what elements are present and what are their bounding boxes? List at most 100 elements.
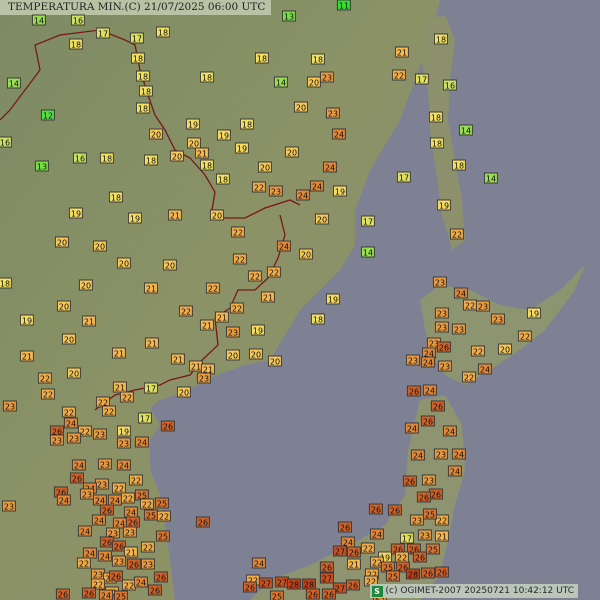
station-temp-label: 21	[199, 319, 215, 331]
station-temp-label: 26	[436, 341, 452, 353]
station-temp-label: 24	[133, 576, 149, 588]
station-temp-label: 26	[420, 415, 436, 427]
station-temp-label: 14	[6, 77, 22, 89]
station-temp-label: 24	[331, 128, 347, 140]
station-temp-label: 24	[451, 448, 467, 460]
station-temp-label: 17	[399, 532, 415, 544]
station-temp-label: 25	[385, 570, 401, 582]
station-temp-label: 18	[138, 85, 154, 97]
station-temp-label: 26	[416, 491, 432, 503]
station-temp-label: 20	[169, 150, 185, 162]
station-temp-label: 20	[298, 248, 314, 260]
station-temp-label: 25	[425, 543, 441, 555]
station-temp-label: 23	[319, 71, 335, 83]
station-temp-label: 20	[248, 348, 264, 360]
station-temp-label: 26	[368, 503, 384, 515]
station-temp-label: 16	[72, 152, 88, 164]
station-temp-label: 21	[394, 46, 410, 58]
station-temp-label: 22	[517, 330, 533, 342]
station-temp-label: 17	[95, 27, 111, 39]
station-temp-label: 21	[167, 209, 183, 221]
station-temp-label: 26	[321, 588, 337, 600]
station-temp-label: 18	[155, 26, 171, 38]
station-temp-label: 20	[497, 343, 513, 355]
station-temp-label: 18	[428, 111, 444, 123]
station-temp-label: 24	[422, 384, 438, 396]
station-temp-label: 20	[293, 101, 309, 113]
station-temp-label: 24	[420, 356, 436, 368]
station-temp-label: 20	[314, 213, 330, 225]
station-temp-label: 21	[194, 147, 210, 159]
station-temp-label: 24	[404, 422, 420, 434]
station-temp-label: 23	[49, 434, 65, 446]
station-temp-label: 19	[185, 118, 201, 130]
station-temp-label: 25	[422, 508, 438, 520]
station-temp-label: 13	[281, 10, 297, 22]
station-temp-label: 22	[461, 371, 477, 383]
station-temp-label: 26	[345, 579, 361, 591]
station-temp-label: 22	[101, 405, 117, 417]
station-temp-label: 20	[61, 333, 77, 345]
station-temp-label: 21	[214, 311, 230, 323]
station-temp-label: 19	[234, 142, 250, 154]
station-temp-label: 24	[97, 550, 113, 562]
station-temp-label: 18	[0, 277, 13, 289]
station-temp-label: 26	[337, 521, 353, 533]
station-temp-label: 23	[421, 474, 437, 486]
station-temp-label: 23	[225, 326, 241, 338]
station-temp-label: 24	[369, 528, 385, 540]
station-temp-label: 21	[346, 558, 362, 570]
station-temp-label: 24	[56, 494, 72, 506]
station-temp-label: 25	[269, 590, 285, 600]
station-temp-label: 20	[284, 146, 300, 158]
station-temp-label: 26	[305, 588, 321, 600]
station-temp-label: 17	[414, 73, 430, 85]
station-temp-label: 18	[68, 38, 84, 50]
station-temp-label: 21	[111, 347, 127, 359]
station-temp-label: 22	[119, 391, 135, 403]
station-temp-label: 21	[81, 315, 97, 327]
station-temp-label: 23	[475, 300, 491, 312]
station-temp-label: 22	[229, 302, 245, 314]
station-temp-label: 23	[268, 185, 284, 197]
station-temp-label: 17	[396, 171, 412, 183]
station-temp-label: 26	[430, 400, 446, 412]
station-temp-label: 23	[196, 372, 212, 384]
station-temp-label: 20	[225, 349, 241, 361]
station-temp-label: 19	[325, 293, 341, 305]
station-temp-label: 19	[127, 212, 143, 224]
credit-text: (c) OGIMET-2007 20250721 10:42:12 UTC	[385, 586, 574, 596]
station-temp-label: 22	[251, 181, 267, 193]
station-temp-label: 24	[77, 525, 93, 537]
station-temp-label: 22	[232, 253, 248, 265]
station-temp-label: 26	[319, 561, 335, 573]
station-temp-label: 14	[458, 124, 474, 136]
station-temp-label: 24	[63, 417, 79, 429]
station-temp-label: 14	[360, 246, 376, 258]
station-temp-label: 20	[148, 128, 164, 140]
station-temp-label: 20	[267, 355, 283, 367]
station-temp-label: 27	[258, 577, 274, 589]
station-temp-label: 19	[216, 129, 232, 141]
station-temp-label: 18	[135, 70, 151, 82]
station-temp-label: 26	[346, 546, 362, 558]
station-temp-label: 22	[266, 266, 282, 278]
station-temp-label: 23	[122, 526, 138, 538]
station-temp-label: 26	[81, 587, 97, 599]
station-temp-label: 24	[477, 363, 493, 375]
station-temp-label: 23	[1, 500, 17, 512]
station-temp-label: 22	[61, 406, 77, 418]
station-temp-label: 20	[56, 300, 72, 312]
station-temp-label: 23	[2, 400, 18, 412]
station-temp-label: 24	[276, 240, 292, 252]
station-temp-label: 16	[70, 14, 86, 26]
station-temp-label: 20	[54, 236, 70, 248]
station-temp-label: 24	[447, 465, 463, 477]
station-temp-label: 23	[437, 360, 453, 372]
station-temp-label: 26	[420, 567, 436, 579]
station-temp-label: 23	[433, 448, 449, 460]
station-temp-label: 26	[160, 420, 176, 432]
station-temp-label: 24	[410, 449, 426, 461]
station-temp-label: 11	[336, 0, 352, 11]
station-temp-label: 24	[116, 459, 132, 471]
